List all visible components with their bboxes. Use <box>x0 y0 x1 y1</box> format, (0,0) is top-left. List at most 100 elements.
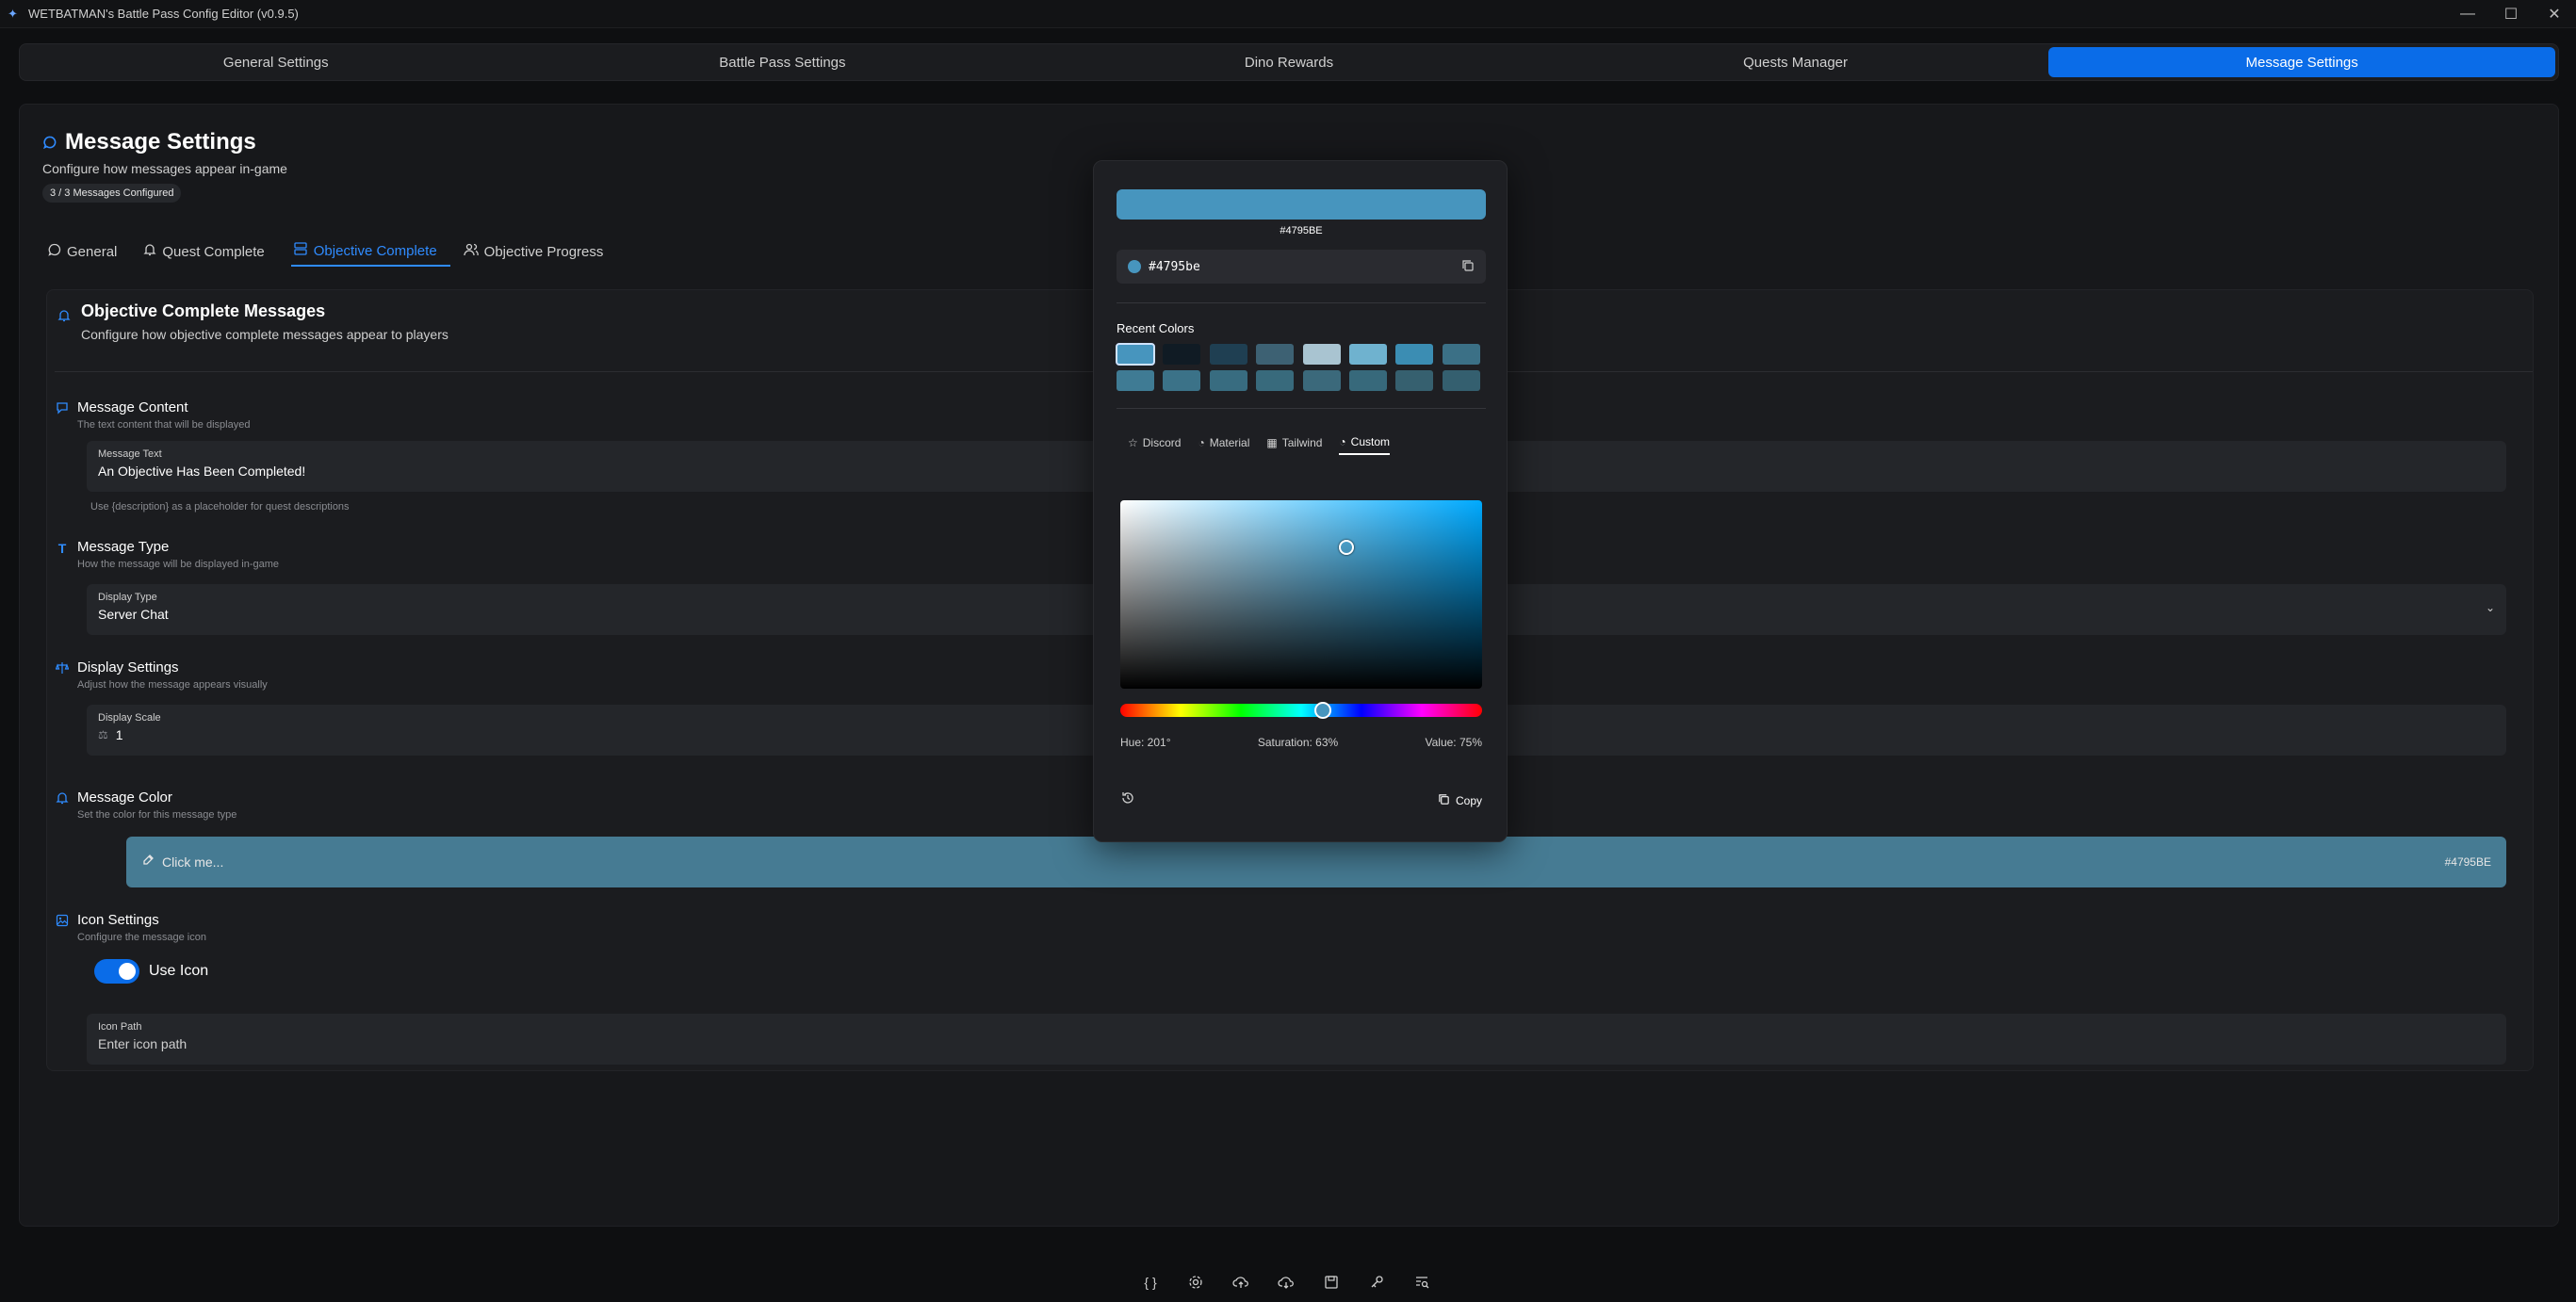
recent-color-swatch[interactable] <box>1442 344 1480 365</box>
recent-color-swatch[interactable] <box>1395 344 1434 365</box>
message-type-group: T Message Type How the message will be d… <box>55 539 279 570</box>
maximize-icon[interactable]: ☐ <box>2489 0 2533 28</box>
recent-color-swatch[interactable] <box>1163 370 1201 391</box>
hex-input[interactable]: #4795be <box>1117 250 1486 284</box>
tab-battle-pass-settings[interactable]: Battle Pass Settings <box>530 47 1036 77</box>
type-icon: T <box>57 541 67 556</box>
copy-icon[interactable] <box>1461 259 1475 275</box>
picker-footer: Copy <box>1120 790 1482 810</box>
code-braces-icon[interactable]: { } <box>1140 1272 1161 1293</box>
hex-input-value[interactable]: #4795be <box>1149 260 1200 274</box>
group-subtitle: Adjust how the message appears visually <box>77 679 268 691</box>
recent-color-swatch[interactable] <box>1302 370 1341 391</box>
chat-icon <box>55 401 70 431</box>
users-icon <box>464 243 479 260</box>
use-icon-toggle[interactable] <box>94 959 139 984</box>
page-title: Message Settings <box>65 129 256 155</box>
recent-color-swatch[interactable] <box>1302 344 1341 365</box>
recent-color-swatch[interactable] <box>1117 370 1154 391</box>
message-color-button[interactable]: Click me... #4795BE <box>126 837 2506 887</box>
group-title: Display Settings <box>77 659 179 675</box>
close-icon[interactable]: ✕ <box>2533 0 2576 28</box>
scale-icon <box>55 661 70 691</box>
title-bar: ✦ WETBATMAN's Battle Pass Config Editor … <box>0 0 2576 28</box>
saturation-readout: Saturation: 63% <box>1257 736 1339 749</box>
palette-tab-material[interactable]: ◔ Material <box>1198 431 1249 455</box>
subtab-objective-complete[interactable]: Objective Complete <box>290 236 450 267</box>
key-icon[interactable] <box>1366 1272 1387 1293</box>
color-preview <box>1117 189 1486 220</box>
recent-color-swatch[interactable] <box>1442 370 1480 391</box>
recent-colors-title: Recent Colors <box>1117 321 1195 335</box>
toggle-label: Use Icon <box>149 963 209 979</box>
display-scale-input[interactable]: 1 <box>116 727 123 742</box>
recent-color-swatch[interactable] <box>1256 344 1295 365</box>
divider <box>1117 408 1486 409</box>
group-title: Message Color <box>77 789 172 806</box>
save-icon[interactable] <box>1321 1272 1342 1293</box>
copy-button[interactable]: Copy <box>1438 793 1482 808</box>
star-icon: ☆ <box>1128 436 1138 449</box>
recent-color-swatch[interactable] <box>1116 343 1155 366</box>
group-subtitle: Configure the message icon <box>77 932 206 943</box>
page-subtitle: Configure how messages appear in-game <box>42 161 287 176</box>
icon-settings-group: Icon Settings Configure the message icon <box>55 912 206 943</box>
field-label: Icon Path <box>98 1021 142 1033</box>
tab-general-settings[interactable]: General Settings <box>23 47 530 77</box>
tab-dino-rewards[interactable]: Dino Rewards <box>1035 47 1542 77</box>
message-color-group: Message Color Set the color for this mes… <box>55 789 236 821</box>
hue-slider[interactable] <box>1120 702 1482 719</box>
sv-handle[interactable] <box>1339 540 1354 555</box>
saturation-value-area[interactable] <box>1120 500 1482 689</box>
search-list-icon[interactable] <box>1411 1272 1432 1293</box>
chat-icon <box>42 133 57 152</box>
palette-tab-custom[interactable]: ◔ Custom <box>1339 431 1391 455</box>
icon-path-field[interactable]: Icon Path Enter icon path <box>87 1014 2506 1065</box>
recent-color-swatch[interactable] <box>1256 370 1295 391</box>
window-controls: — ☐ ✕ <box>2446 0 2576 28</box>
recent-color-swatch[interactable] <box>1348 370 1387 391</box>
image-icon <box>55 914 70 943</box>
icon-path-input[interactable]: Enter icon path <box>98 1036 2495 1051</box>
bell-icon <box>143 243 156 260</box>
hue-readout: Hue: 201° <box>1120 736 1171 749</box>
palette-tab-discord[interactable]: ☆ Discord <box>1128 431 1181 455</box>
palette-tab-tailwind[interactable]: ▦ Tailwind <box>1266 431 1322 455</box>
cloud-upload-icon[interactable] <box>1231 1272 1251 1293</box>
bell-icon <box>57 309 72 342</box>
group-subtitle: The text content that will be displayed <box>77 419 251 431</box>
tab-quests-manager[interactable]: Quests Manager <box>1542 47 2049 77</box>
subtab-general[interactable]: General <box>48 236 130 267</box>
gear-icon[interactable] <box>1185 1272 1206 1293</box>
cloud-download-icon[interactable] <box>1276 1272 1296 1293</box>
copy-icon <box>1438 793 1450 808</box>
main-nav: General Settings Battle Pass Settings Di… <box>19 43 2559 81</box>
bell-icon <box>55 791 70 821</box>
recent-color-swatch[interactable] <box>1163 344 1201 365</box>
subtab-objective-progress[interactable]: Objective Progress <box>464 236 617 267</box>
palette-tabs: ☆ Discord ◔ Material ▦ Tailwind ◔ Custom <box>1117 431 1486 455</box>
color-hex-label: #4795BE <box>1280 225 1323 236</box>
chat-icon <box>48 243 61 260</box>
recent-color-swatch[interactable] <box>1209 344 1247 365</box>
tab-message-settings[interactable]: Message Settings <box>2048 47 2555 77</box>
minimize-icon[interactable]: — <box>2446 0 2489 28</box>
hsv-readout: Hue: 201° Saturation: 63% Value: 75% <box>1120 736 1482 749</box>
history-icon[interactable] <box>1120 790 1135 810</box>
divider <box>1117 302 1486 303</box>
hue-handle[interactable] <box>1314 702 1331 719</box>
bottom-toolbar: { } <box>1140 1272 1432 1293</box>
recent-color-swatch[interactable] <box>1395 370 1434 391</box>
window-title: WETBATMAN's Battle Pass Config Editor (v… <box>28 7 299 21</box>
section-title: Objective Complete Messages <box>81 301 326 320</box>
recent-color-swatch[interactable] <box>1209 370 1247 391</box>
subtab-quest-complete[interactable]: Quest Complete <box>143 236 277 267</box>
chevron-down-icon[interactable]: ⌄ <box>2486 601 2495 614</box>
recent-color-swatch[interactable] <box>1348 344 1387 365</box>
palette-icon: ◔ <box>1198 436 1205 449</box>
pipette-icon <box>141 854 155 871</box>
app-logo-icon: ✦ <box>8 6 18 21</box>
field-hint: Use {description} as a placeholder for q… <box>90 501 350 513</box>
group-subtitle: How the message will be displayed in-gam… <box>77 559 279 570</box>
color-picker-popover: #4795BE #4795be Recent Colors ☆ Discord ◔… <box>1093 160 1508 842</box>
